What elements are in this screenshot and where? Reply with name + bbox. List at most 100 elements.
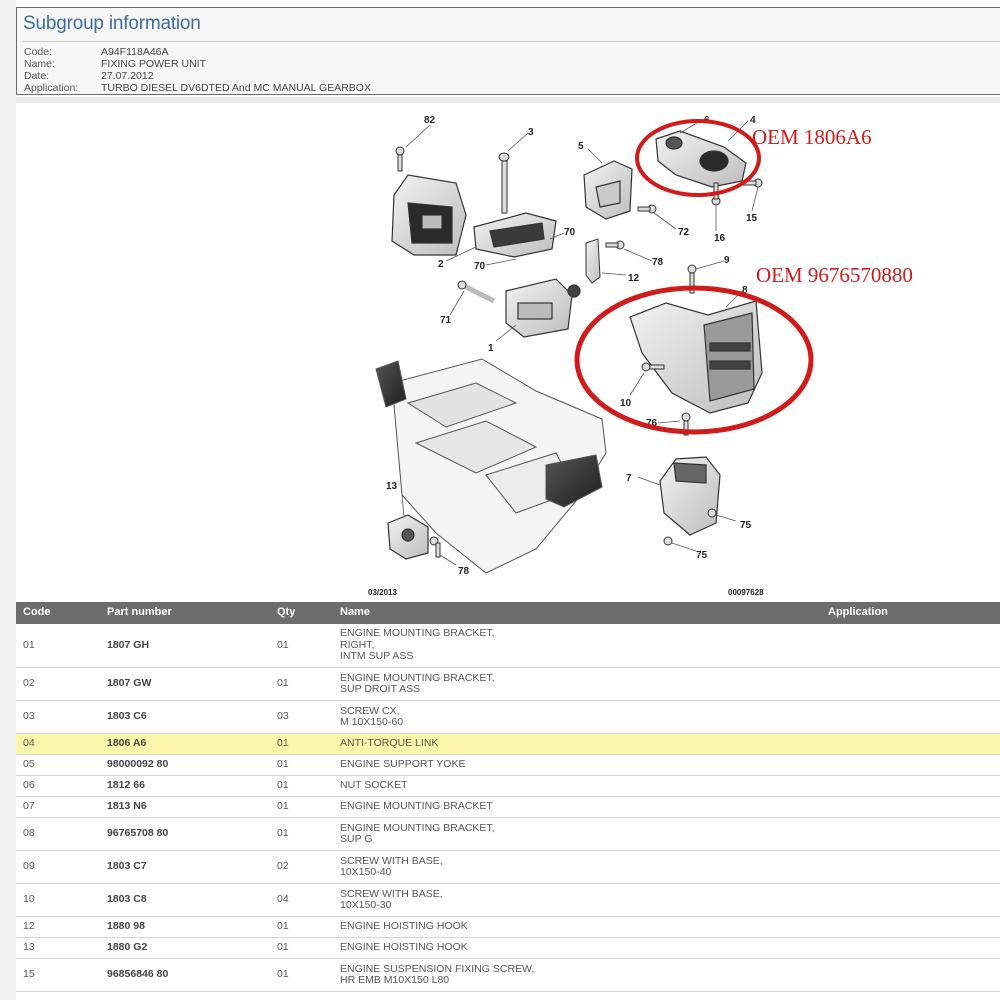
cell-qty: 01 <box>277 758 289 771</box>
bolt-78-top <box>605 240 625 250</box>
part-82-bracket <box>391 174 467 256</box>
meta-row-date: Date: 27.07.2012 <box>24 70 154 82</box>
cell-app <box>828 818 998 850</box>
diagram-date-stamp: 03/2013 <box>368 588 397 597</box>
col-header-part-number[interactable]: Part number <box>107 602 267 624</box>
cell-code: 12 <box>23 920 35 933</box>
cell-app <box>828 755 998 775</box>
cell-code: 01 <box>23 638 35 651</box>
exploded-parts-diagram: 82 3 6 4 5 72 16 15 70 2 70 78 12 9 8 71… <box>368 115 913 597</box>
cell-name: NUT SOCKET <box>340 779 408 792</box>
cell-qty: 01 <box>277 779 289 792</box>
callout-70-left: 70 <box>474 261 486 272</box>
callout-82: 82 <box>424 115 436 126</box>
callout-12: 12 <box>628 273 640 284</box>
col-header-qty[interactable]: Qty <box>277 602 337 624</box>
cell-name: ANTI-TORQUE LINK <box>340 737 439 750</box>
table-row[interactable]: 06 1812 66 01 NUT SOCKET <box>16 776 1000 797</box>
cell-app <box>828 776 998 796</box>
diagram-ref-number: 00097628 <box>728 588 764 597</box>
callout-10: 10 <box>620 398 632 409</box>
col-header-name[interactable]: Name <box>340 602 820 624</box>
col-header-code[interactable]: Code <box>23 602 103 624</box>
callout-7: 7 <box>626 473 632 484</box>
part-13-hook <box>387 514 429 560</box>
cell-app <box>828 734 998 754</box>
table-row[interactable]: 01 1807 GH 01 ENGINE MOUNTING BRACKET, RIGH… <box>16 624 1000 668</box>
meta-key: Application: <box>24 82 79 94</box>
cell-app <box>828 701 998 733</box>
table-row[interactable]: 13 1880 G2 01 ENGINE HOISTING HOOK <box>16 938 1000 959</box>
cell-name: ENGINE MOUNTING BRACKET, RIGHT, INTM SUP… <box>340 627 495 663</box>
callout-78-bottom: 78 <box>458 566 470 577</box>
cell-app <box>828 884 998 916</box>
cell-part: 1813 N6 <box>107 800 147 813</box>
cell-qty: 01 <box>277 920 289 933</box>
cell-qty: 01 <box>277 677 289 690</box>
table-row[interactable]: 12 1880 98 01 ENGINE HOISTING HOOK <box>16 917 1000 938</box>
part-4-anti-torque-link <box>655 130 747 188</box>
cell-app <box>828 668 998 700</box>
meta-row-code: Code: A94F118A46A <box>24 46 169 58</box>
cell-code: 09 <box>23 860 35 873</box>
cell-name: SCREW WITH BASE, 10X150-30 <box>340 887 443 911</box>
cell-qty: 01 <box>277 827 289 840</box>
cell-app <box>828 938 998 958</box>
cell-app <box>828 624 998 667</box>
table-row[interactable]: 15 96856846 80 01 ENGINE SUSPENSION FIXING … <box>16 959 1000 992</box>
oem-annotation-1806a6: OEM 1806A6 <box>752 125 872 149</box>
cell-qty: 02 <box>277 860 289 873</box>
callout-71: 71 <box>440 315 452 326</box>
cell-part: 1807 GH <box>107 638 150 651</box>
cell-code: 04 <box>23 737 35 750</box>
table-row[interactable]: 03 1803 C6 03 SCREW CX, M 10X150-60 <box>16 701 1000 734</box>
table-row[interactable]: 09 1803 C7 02 SCREW WITH BASE, 10X150-40 <box>16 851 1000 884</box>
callout-1: 1 <box>488 343 494 354</box>
meta-key: Name: <box>24 58 55 70</box>
cell-part: 1803 C8 <box>107 893 147 906</box>
bolt-3 <box>498 152 510 214</box>
panel-title: Subgroup information <box>23 13 201 34</box>
callout-13: 13 <box>386 481 398 492</box>
callout-75-bottom: 75 <box>696 550 708 561</box>
cell-part: 1812 66 <box>107 779 145 792</box>
table-row[interactable]: 02 1807 GW 01 ENGINE MOUNTING BRACKET, SUP … <box>16 668 1000 701</box>
part-2-bracket <box>473 212 557 258</box>
callout-72: 72 <box>678 227 690 238</box>
parts-table: Code Part number Qty Name Application 01… <box>16 602 1000 992</box>
part-7-mount <box>659 456 721 536</box>
meta-row-application: Application: TURBO DIESEL DV6DTED And MC … <box>24 82 371 94</box>
part-5-support-yoke <box>583 160 633 220</box>
bolt-72 <box>637 204 657 214</box>
meta-value: FIXING POWER UNIT <box>101 58 206 70</box>
table-row[interactable]: 05 98000092 80 01 ENGINE SUPPORT YOKE <box>16 755 1000 776</box>
cell-code: 07 <box>23 800 35 813</box>
table-row[interactable]: 04 1806 A6 01 ANTI-TORQUE LINK <box>16 734 1000 755</box>
bolt-78-bottom <box>429 536 441 558</box>
cell-code: 13 <box>23 941 35 954</box>
cell-qty: 03 <box>277 710 289 723</box>
callout-16: 16 <box>714 233 726 244</box>
table-body: 01 1807 GH 01 ENGINE MOUNTING BRACKET, RIGH… <box>16 624 1000 992</box>
cell-name: ENGINE MOUNTING BRACKET, SUP DROIT ASS <box>340 671 495 695</box>
cell-name: ENGINE SUPPORT YOKE <box>340 758 466 771</box>
cell-code: 10 <box>23 893 35 906</box>
table-row[interactable]: 08 96765708 80 01 ENGINE MOUNTING BRACKET, … <box>16 818 1000 851</box>
callout-2: 2 <box>438 259 444 270</box>
meta-value: 27.07.2012 <box>101 70 154 82</box>
cell-app <box>828 959 998 991</box>
cell-code: 06 <box>23 779 35 792</box>
cell-part: 96856846 80 <box>107 968 169 981</box>
meta-key: Date: <box>24 70 50 82</box>
cell-part: 1807 GW <box>107 677 152 690</box>
cell-code: 05 <box>23 758 35 771</box>
cell-app <box>828 917 998 937</box>
title-divider <box>23 41 1000 42</box>
callout-78-top: 78 <box>652 257 664 268</box>
table-row[interactable]: 10 1803 C8 04 SCREW WITH BASE, 10X150-30 <box>16 884 1000 917</box>
bolt-71 <box>457 280 496 304</box>
cell-qty: 01 <box>277 737 289 750</box>
col-header-application[interactable]: Application <box>828 602 998 624</box>
table-row[interactable]: 07 1813 N6 01 ENGINE MOUNTING BRACKET <box>16 797 1000 818</box>
cell-name: ENGINE MOUNTING BRACKET <box>340 800 493 813</box>
